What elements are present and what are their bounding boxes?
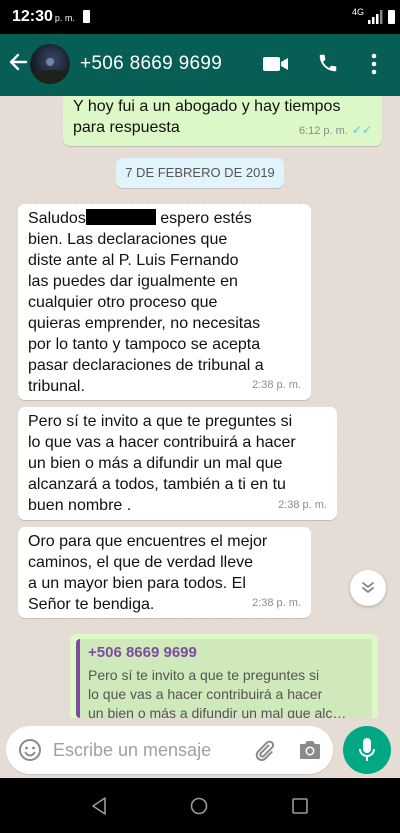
quoted-message[interactable]: +506 8669 9699 Pero sí te invito a que t…	[76, 639, 372, 718]
battery-icon	[388, 10, 395, 24]
status-bar: 12:30 p. m. 4G	[0, 0, 400, 34]
voice-call-icon[interactable]	[317, 52, 339, 79]
message-incoming[interactable]: Pero sí te invito a que te preguntes si …	[18, 407, 337, 520]
quoted-author: +506 8669 9699	[88, 644, 197, 661]
message-time: 2:38 p. m.	[278, 499, 327, 511]
nav-home-icon[interactable]	[190, 797, 208, 820]
camera-icon[interactable]	[298, 739, 322, 766]
back-arrow-icon[interactable]	[8, 52, 28, 77]
message-outgoing[interactable]: Y hoy fui a un abogado y hay tiempos par…	[63, 96, 382, 146]
quoted-text: Pero sí te invito a que te preguntes si …	[88, 667, 347, 718]
read-ticks-icon: ✓✓	[351, 123, 372, 137]
status-time: 12:30 p. m.	[12, 8, 75, 25]
chat-area[interactable]: Y hoy fui a un abogado y hay tiempos par…	[0, 96, 400, 722]
emoji-icon[interactable]	[18, 738, 42, 767]
redaction-mark	[85, 209, 156, 225]
message-meta: 6:12 p. m. ✓✓	[298, 123, 372, 137]
message-input-box[interactable]: Escribe un mensaje	[6, 726, 333, 774]
signal-icon	[368, 10, 384, 29]
more-options-icon[interactable]	[370, 53, 378, 80]
date-separator: 7 DE FEBRERO DE 2019	[116, 158, 284, 188]
video-call-icon[interactable]	[263, 55, 289, 78]
chat-header: +506 8669 9699	[0, 34, 400, 96]
nav-back-icon[interactable]	[91, 797, 107, 820]
double-chevron-down-icon	[362, 582, 374, 593]
quoted-reply-preview[interactable]: +506 8669 9699 Pero sí te invito a que t…	[70, 634, 378, 718]
message-incoming[interactable]: Oro para que encuentres el mejor caminos…	[18, 527, 311, 618]
message-time: 2:38 p. m.	[252, 597, 301, 609]
system-navigation-bar	[0, 778, 400, 833]
message-input[interactable]: Escribe un mensaje	[53, 740, 211, 761]
scroll-down-button[interactable]	[350, 570, 386, 606]
message-text: Saludos espero estés bien. Las declaraci…	[28, 209, 264, 395]
contact-avatar[interactable]	[30, 44, 70, 84]
attach-icon[interactable]	[252, 739, 276, 768]
message-incoming[interactable]: Saludos espero estés bien. Las declaraci…	[18, 204, 311, 400]
notification-icon	[83, 10, 90, 23]
contact-name[interactable]: +506 8669 9699	[80, 53, 222, 75]
mic-button[interactable]	[343, 726, 391, 774]
nav-recents-icon[interactable]	[292, 798, 308, 819]
message-text: Oro para que encuentres el mejor caminos…	[28, 533, 268, 613]
message-time: 2:38 p. m.	[252, 379, 301, 391]
message-text: Pero sí te invito a que te preguntes si …	[28, 413, 296, 514]
mic-icon	[359, 738, 375, 761]
network-type: 4G	[352, 7, 365, 17]
composer-bar: Escribe un mensaje	[0, 722, 400, 778]
